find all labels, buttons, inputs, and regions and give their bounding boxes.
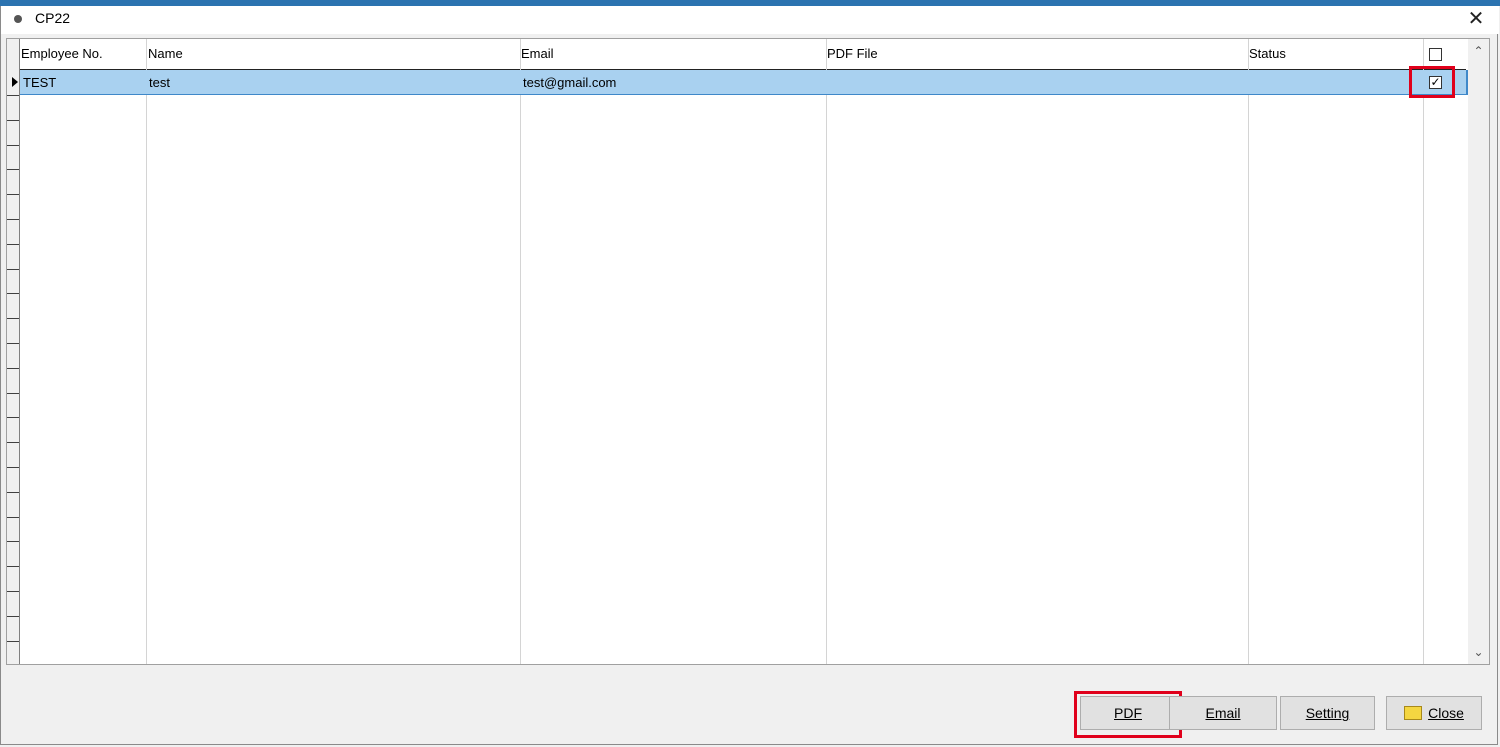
email-button[interactable]: Email bbox=[1169, 696, 1277, 730]
row-header-divider bbox=[7, 269, 19, 270]
column-header-employee-no[interactable]: Employee No. bbox=[21, 39, 103, 69]
cell-employee-no[interactable]: TEST bbox=[23, 72, 56, 94]
row-header-divider bbox=[7, 591, 19, 592]
column-divider bbox=[146, 39, 147, 664]
row-header-divider bbox=[7, 145, 19, 146]
cell-name[interactable]: test bbox=[149, 72, 170, 94]
select-all-checkbox[interactable] bbox=[1429, 48, 1442, 61]
row-header-divider bbox=[7, 95, 19, 96]
table-row[interactable] bbox=[20, 70, 1468, 95]
app-icon bbox=[14, 15, 22, 23]
scroll-up-icon[interactable]: ⌃ bbox=[1468, 41, 1489, 61]
row-header-divider bbox=[7, 417, 19, 418]
column-header-status[interactable]: Status bbox=[1249, 39, 1286, 69]
folder-icon bbox=[1404, 706, 1423, 721]
row-header-divider bbox=[7, 318, 19, 319]
grid-header: Employee No. Name Email PDF File Status bbox=[20, 39, 1466, 70]
row-header-divider bbox=[7, 219, 19, 220]
close-button[interactable]: Close bbox=[1386, 696, 1482, 730]
row-header-divider bbox=[7, 442, 19, 443]
pdf-button-highlight-box bbox=[1074, 691, 1182, 738]
column-divider bbox=[1248, 39, 1249, 664]
column-header-email[interactable]: Email bbox=[521, 39, 554, 69]
scroll-down-icon[interactable]: ⌄ bbox=[1468, 642, 1489, 662]
row-header-divider bbox=[7, 120, 19, 121]
current-row-arrow-icon bbox=[12, 77, 18, 87]
row-header-divider bbox=[7, 368, 19, 369]
row-header-divider bbox=[7, 393, 19, 394]
vertical-scrollbar[interactable]: ⌃ ⌄ bbox=[1468, 39, 1489, 664]
checkbox-highlight-box bbox=[1409, 66, 1455, 98]
column-divider bbox=[520, 39, 521, 664]
column-divider bbox=[826, 39, 827, 664]
row-header-column bbox=[7, 39, 20, 664]
column-header-name[interactable]: Name bbox=[148, 39, 183, 69]
cell-email[interactable]: test@gmail.com bbox=[523, 72, 616, 94]
row-header-divider bbox=[7, 343, 19, 344]
column-header-pdf-file[interactable]: PDF File bbox=[827, 39, 878, 69]
row-header-divider bbox=[7, 169, 19, 170]
row-header-divider bbox=[7, 293, 19, 294]
employee-grid: Employee No. Name Email PDF File Status … bbox=[6, 38, 1490, 665]
column-divider bbox=[1423, 39, 1424, 664]
row-header-divider bbox=[7, 566, 19, 567]
window-title: CP22 bbox=[35, 10, 71, 26]
row-header-divider bbox=[7, 244, 19, 245]
close-button-label: Close bbox=[1428, 705, 1464, 721]
cp22-window: CP22 ✕ Employee No. Name Email PDF File … bbox=[0, 6, 1499, 745]
row-header-divider bbox=[7, 641, 19, 642]
row-header-divider bbox=[7, 541, 19, 542]
row-header-divider bbox=[7, 492, 19, 493]
row-header-divider bbox=[7, 467, 19, 468]
setting-button[interactable]: Setting bbox=[1280, 696, 1375, 730]
window-close-icon[interactable]: ✕ bbox=[1465, 8, 1487, 30]
row-header-divider bbox=[7, 517, 19, 518]
row-header-divider bbox=[7, 616, 19, 617]
row-header-divider bbox=[7, 194, 19, 195]
title-bar: CP22 ✕ bbox=[1, 6, 1499, 34]
